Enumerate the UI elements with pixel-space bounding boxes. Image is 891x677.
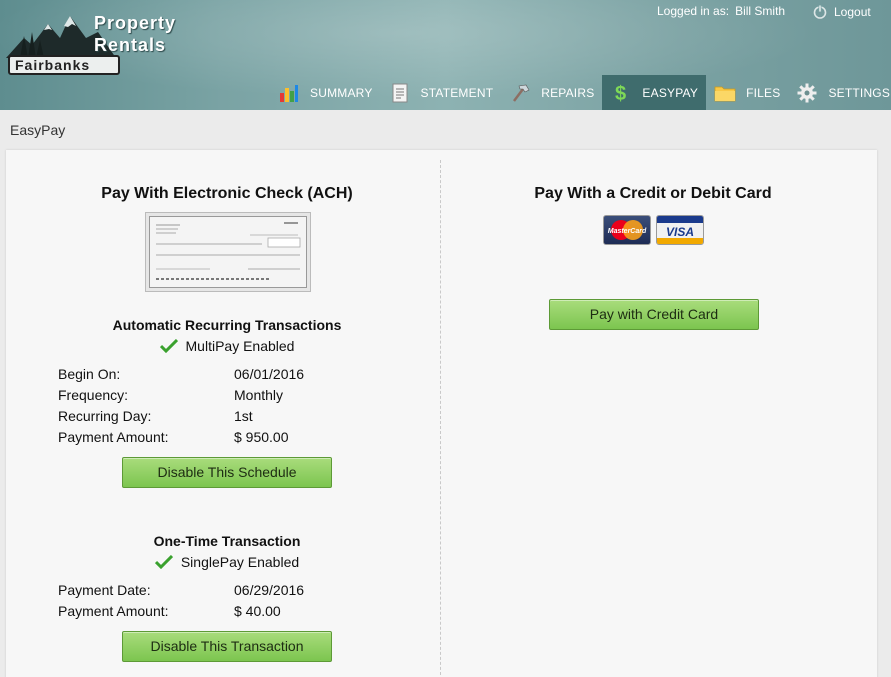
nav-summary-label: SUMMARY <box>310 85 373 100</box>
disable-schedule-button[interactable]: Disable This Schedule <box>122 457 332 488</box>
nav-statement-label: STATEMENT <box>420 85 494 100</box>
nav-files-label: FILES <box>746 85 781 100</box>
recurring-amount-value: $ 950.00 <box>234 429 289 445</box>
accepted-cards: MasterCard VISA <box>603 215 704 245</box>
bar-chart-icon <box>278 82 300 104</box>
multipay-status: MultiPay Enabled <box>6 338 448 354</box>
disable-transaction-button[interactable]: Disable This Transaction <box>122 631 332 662</box>
checkmark-icon <box>159 339 178 353</box>
recurring-day-label: Recurring Day: <box>58 408 152 424</box>
folder-icon <box>714 82 736 104</box>
singlepay-status: SinglePay Enabled <box>6 554 448 570</box>
visa-logo: VISA <box>656 215 704 245</box>
check-drawing <box>156 222 301 280</box>
recurring-heading: Automatic Recurring Transactions <box>112 317 342 333</box>
one-time-amount-label: Payment Amount: <box>58 603 169 619</box>
nav-files[interactable]: FILES <box>706 75 788 110</box>
brand-logo[interactable]: Property Rentals Fairbanks <box>6 12 196 76</box>
dollar-icon: $ <box>610 82 632 104</box>
recurring-day-value: 1st <box>234 408 253 424</box>
app-header: Property Rentals Fairbanks Logged in as:… <box>0 0 891 110</box>
gear-icon <box>796 82 818 104</box>
nav-settings-label: SETTINGS <box>828 85 891 100</box>
frequency-label: Frequency: <box>58 387 129 403</box>
multipay-status-label: MultiPay Enabled <box>185 338 295 354</box>
checkmark-icon <box>154 555 173 569</box>
nav-easypay[interactable]: $ EASYPAY <box>602 75 707 110</box>
mastercard-label: MasterCard <box>608 228 647 235</box>
page-title: EasyPay <box>10 122 66 138</box>
brand-line2: Rentals <box>94 35 167 55</box>
power-icon <box>813 5 827 19</box>
begin-on-label: Begin On: <box>58 366 121 382</box>
logout-label: Logout <box>834 5 871 19</box>
visa-label: VISA <box>666 225 694 239</box>
frequency-value: Monthly <box>234 387 284 403</box>
singlepay-status-label: SinglePay Enabled <box>180 554 300 570</box>
begin-on-value: 06/01/2016 <box>234 366 305 382</box>
nav-repairs[interactable]: REPAIRS <box>501 75 602 110</box>
logged-in-label: Logged in as: <box>657 4 730 18</box>
payment-date-label: Payment Date: <box>58 582 151 598</box>
document-icon <box>389 82 411 104</box>
check-image <box>149 216 307 288</box>
one-time-amount-value: $ 40.00 <box>234 603 281 619</box>
pay-with-credit-card-button[interactable]: Pay with Credit Card <box>549 299 759 330</box>
main-nav: SUMMARY STATEMENT REPAIRS $ EASYPAY FILE… <box>270 75 891 110</box>
ach-heading: Pay With Electronic Check (ACH) <box>101 185 353 202</box>
mastercard-logo: MasterCard <box>603 215 651 245</box>
login-status: Logged in as: Bill Smith <box>657 4 785 18</box>
user-name: Bill Smith <box>735 4 786 18</box>
svg-text:$: $ <box>615 83 626 104</box>
column-divider <box>440 160 441 677</box>
brand-badge: Fairbanks <box>8 55 120 75</box>
easypay-panel: Pay With Electronic Check (ACH) Automati… <box>6 150 877 677</box>
hammer-icon <box>509 82 531 104</box>
nav-statement[interactable]: STATEMENT <box>381 75 502 110</box>
one-time-heading: One-Time Transaction <box>153 533 301 549</box>
nav-summary[interactable]: SUMMARY <box>270 75 381 110</box>
nav-settings[interactable]: SETTINGS <box>788 75 891 110</box>
nav-repairs-label: REPAIRS <box>541 85 595 100</box>
recurring-amount-label: Payment Amount: <box>58 429 169 445</box>
brand-line1: Property <box>94 13 177 33</box>
payment-date-value: 06/29/2016 <box>234 582 305 598</box>
card-heading: Pay With a Credit or Debit Card <box>534 185 772 202</box>
logout-button[interactable]: Logout <box>812 2 871 22</box>
nav-easypay-label: EASYPAY <box>642 85 699 100</box>
